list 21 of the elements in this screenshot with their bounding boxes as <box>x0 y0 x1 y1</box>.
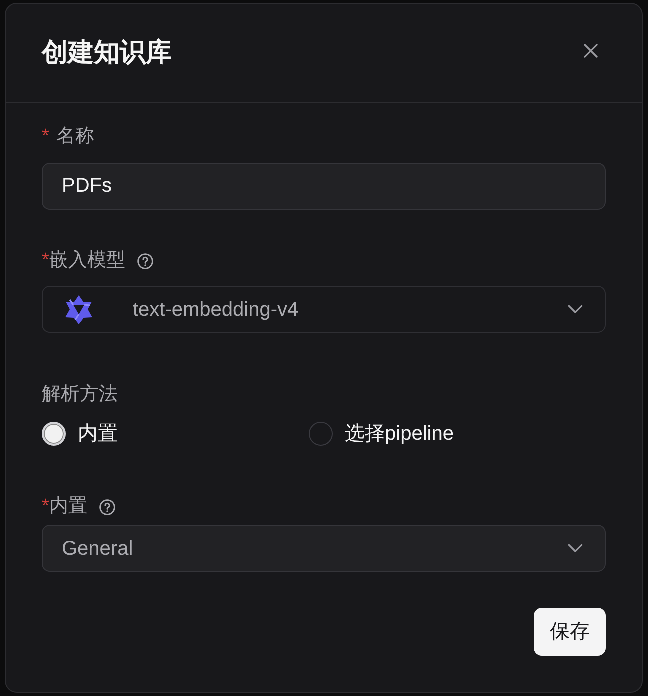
chevron-down-icon <box>568 305 583 314</box>
field-label: 内置 <box>49 495 88 519</box>
preset-select[interactable]: General <box>42 525 606 572</box>
required-asterisk: * <box>42 249 50 273</box>
chevron-down-icon <box>568 544 583 553</box>
dialog-title: 创建知识库 <box>42 37 172 69</box>
save-button[interactable]: 保存 <box>534 608 606 656</box>
help-icon[interactable] <box>99 498 116 516</box>
close-button[interactable] <box>581 41 601 61</box>
field-label: 名称 <box>56 125 94 149</box>
model-select[interactable]: text-embedding-v4 <box>42 286 606 333</box>
required-asterisk: * <box>42 495 50 519</box>
radio-label[interactable]: 内置 <box>78 422 118 446</box>
help-icon[interactable] <box>137 252 154 270</box>
required-asterisk: * <box>42 125 50 149</box>
field-label: 解析方法 <box>42 383 118 407</box>
close-icon <box>584 44 598 58</box>
field-label: 嵌入模型 <box>49 249 126 273</box>
radio-label[interactable]: 选择pipeline <box>345 422 454 446</box>
radio-button[interactable] <box>309 422 333 446</box>
name-input[interactable]: PDFs <box>42 163 606 210</box>
